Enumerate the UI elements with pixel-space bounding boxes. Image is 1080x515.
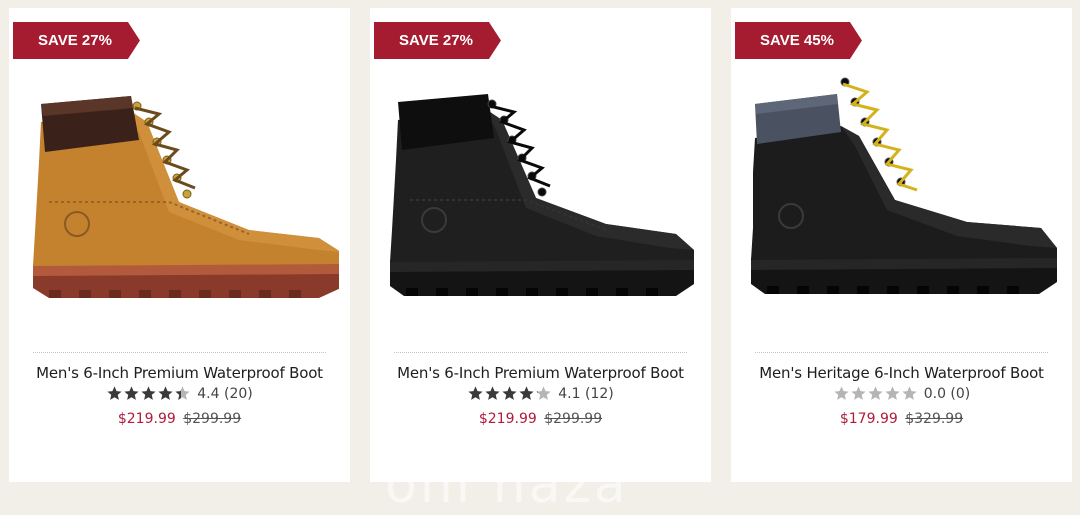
rating: 0.0 (0)	[731, 385, 1072, 402]
rating-value: 4.4 (20)	[197, 385, 253, 402]
star-icon	[141, 386, 156, 400]
star-icon	[158, 386, 173, 400]
discount-badge: SAVE 27%	[374, 22, 501, 59]
rating-stars	[467, 385, 552, 402]
wheat-boot-image[interactable]	[19, 52, 339, 322]
rating-value: 0.0 (0)	[923, 385, 971, 402]
price: $179.99 $329.99	[731, 411, 1072, 427]
star-icon	[485, 386, 500, 400]
star-icon	[107, 386, 122, 400]
black-grey-collar-boot-image[interactable]	[741, 52, 1061, 322]
divider	[394, 352, 687, 353]
original-price: $299.99	[183, 411, 242, 427]
rating-stars	[106, 385, 191, 402]
star-icon	[519, 386, 534, 400]
rating: 4.1 (12)	[370, 385, 711, 402]
product-card[interactable]: SAVE 27% Men's 6-Inch Premium Waterproof…	[9, 8, 350, 482]
star-icon	[536, 386, 551, 400]
original-price: $299.99	[544, 411, 603, 427]
sale-price: $179.99	[839, 411, 898, 427]
discount-badge: SAVE 45%	[735, 22, 862, 59]
star-icon	[885, 386, 900, 400]
sale-price: $219.99	[117, 411, 176, 427]
discount-badge: SAVE 27%	[13, 22, 140, 59]
star-icon	[851, 386, 866, 400]
product-title[interactable]: Men's 6-Inch Premium Waterproof Boot	[370, 364, 711, 382]
product-title[interactable]: Men's 6-Inch Premium Waterproof Boot	[9, 364, 350, 382]
divider	[755, 352, 1048, 353]
star-icon	[175, 386, 190, 400]
divider	[33, 352, 326, 353]
price: $219.99 $299.99	[9, 411, 350, 427]
price: $219.99 $299.99	[370, 411, 711, 427]
original-price: $329.99	[905, 411, 964, 427]
black-boot-image[interactable]	[380, 52, 700, 322]
sale-price: $219.99	[478, 411, 537, 427]
star-icon	[468, 386, 483, 400]
star-icon	[502, 386, 517, 400]
star-icon	[902, 386, 917, 400]
rating-value: 4.1 (12)	[558, 385, 614, 402]
product-card[interactable]: SAVE 45% Men's Heritage 6-Inch Waterproo…	[731, 8, 1072, 482]
star-icon	[124, 386, 139, 400]
star-icon	[834, 386, 849, 400]
rating-stars	[833, 385, 918, 402]
rating: 4.4 (20)	[9, 385, 350, 402]
product-grid: SAVE 27% Men's 6-Inch Premium Waterproof…	[9, 8, 1073, 490]
product-card[interactable]: SAVE 27% Men's 6-Inch Premium Waterproof…	[370, 8, 711, 482]
product-title[interactable]: Men's Heritage 6-Inch Waterproof Boot	[731, 364, 1072, 382]
star-icon	[868, 386, 883, 400]
